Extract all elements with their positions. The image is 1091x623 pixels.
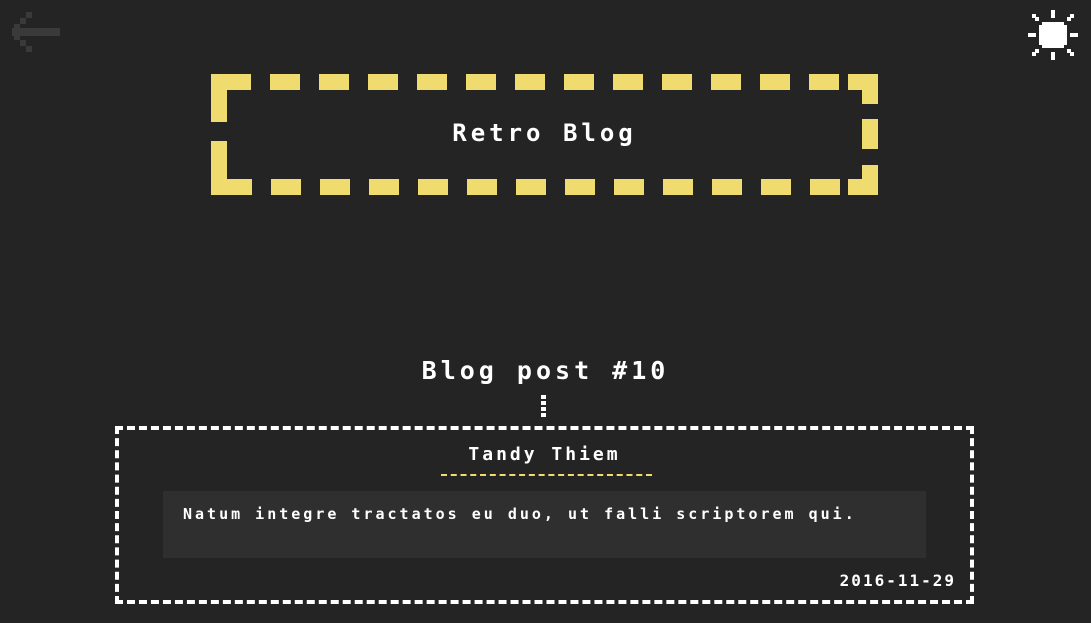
connector-line — [541, 395, 546, 417]
back-button[interactable] — [10, 10, 62, 54]
post-heading[interactable]: Blog post #10 — [0, 356, 1091, 385]
post-card[interactable]: Tandy Thiem Natum integre tractatos eu d… — [115, 426, 974, 604]
arrow-left-icon — [12, 12, 60, 52]
sun-icon — [1028, 10, 1078, 60]
site-title[interactable]: Retro Blog — [452, 119, 637, 147]
post-content: Natum integre tractatos eu duo, ut falli… — [183, 505, 857, 523]
page: Retro Blog Blog post #10 Tandy Thiem Nat… — [0, 0, 1091, 623]
author-underline — [441, 474, 652, 476]
post-author: Tandy Thiem — [468, 444, 621, 465]
theme-toggle-button[interactable] — [1027, 9, 1079, 61]
site-title-box: Retro Blog — [211, 74, 878, 195]
post-content-box: Natum integre tractatos eu duo, ut falli… — [163, 491, 926, 558]
post-date: 2016-11-29 — [839, 571, 956, 590]
